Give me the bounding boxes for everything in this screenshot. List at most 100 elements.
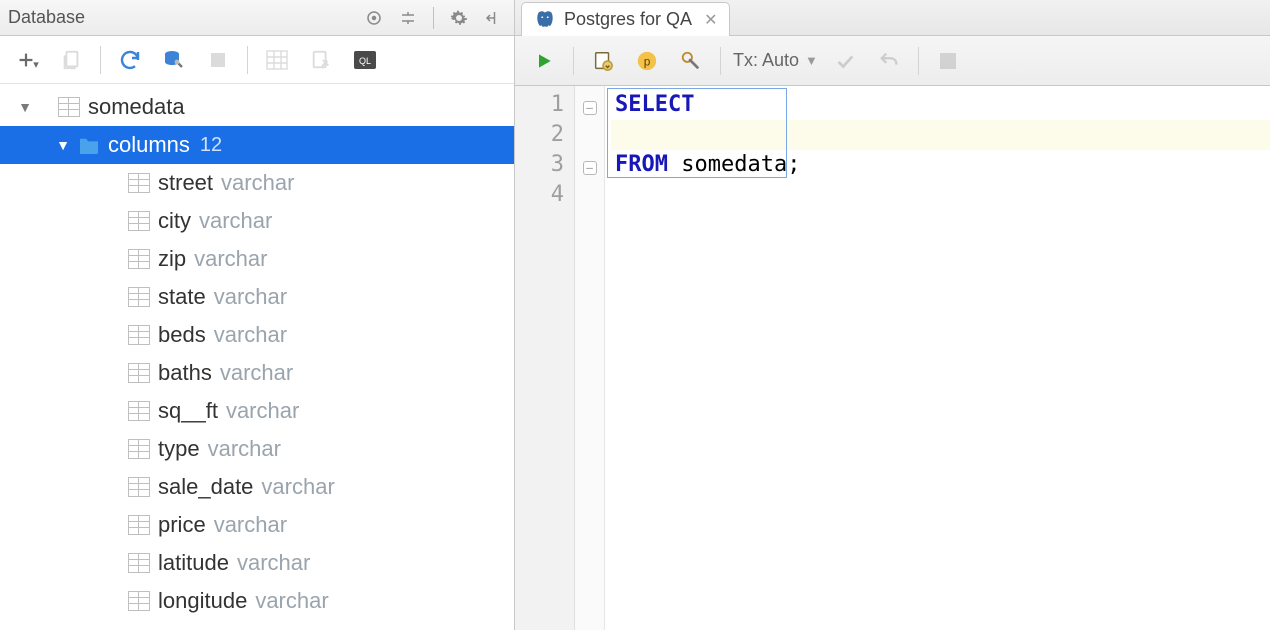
tree-column-row[interactable]: sq__ft varchar xyxy=(0,392,514,430)
column-icon xyxy=(128,363,150,383)
tree-column-row[interactable]: beds varchar xyxy=(0,316,514,354)
database-tree[interactable]: ▼ somedata ▼ columns 12 street varcharci… xyxy=(0,84,514,630)
panel-header-actions xyxy=(361,5,506,31)
code-area[interactable]: SELECT FROM somedata; xyxy=(605,86,1270,630)
copy-icon[interactable] xyxy=(54,43,88,77)
tree-table-row[interactable]: ▼ somedata xyxy=(0,88,514,126)
column-icon xyxy=(128,287,150,307)
sql-console-icon[interactable]: QL xyxy=(348,43,382,77)
gear-icon[interactable] xyxy=(446,5,472,31)
tree-column-row[interactable]: zip varchar xyxy=(0,240,514,278)
group-label: columns xyxy=(108,132,190,158)
expand-toggle[interactable]: ▼ xyxy=(18,99,32,115)
fold-marker[interactable]: – xyxy=(583,101,597,115)
tab-label: Postgres for QA xyxy=(564,9,692,30)
separator xyxy=(433,7,434,29)
column-icon xyxy=(128,591,150,611)
panel-title: Database xyxy=(8,7,361,28)
separator xyxy=(720,47,721,75)
tab-postgres-qa[interactable]: Postgres for QA ✕ xyxy=(521,2,730,36)
column-type: varchar xyxy=(221,170,294,196)
columns-list: street varcharcity varcharzip varcharsta… xyxy=(0,164,514,620)
database-toolbar: ▾ QL xyxy=(0,36,514,84)
code-line[interactable] xyxy=(611,180,1270,210)
column-name: street xyxy=(158,170,213,196)
line-number: 4 xyxy=(515,180,564,210)
run-button[interactable] xyxy=(527,44,561,78)
tree-column-row[interactable]: city varchar xyxy=(0,202,514,240)
fold-marker[interactable]: – xyxy=(583,161,597,175)
column-icon xyxy=(128,515,150,535)
code-line[interactable]: FROM somedata; xyxy=(611,150,1270,180)
chevron-down-icon: ▼ xyxy=(805,53,818,68)
p-icon[interactable]: p xyxy=(630,44,664,78)
column-icon xyxy=(128,249,150,269)
settings-wrench-icon[interactable] xyxy=(674,44,708,78)
tree-columns-group[interactable]: ▼ columns 12 xyxy=(0,126,514,164)
close-icon[interactable]: ✕ xyxy=(704,10,717,30)
separator xyxy=(918,47,919,75)
database-panel: Database ▾ xyxy=(0,0,515,630)
explain-plan-icon[interactable] xyxy=(586,44,620,78)
column-icon xyxy=(128,477,150,497)
column-name: zip xyxy=(158,246,186,272)
add-datasource-button[interactable]: ▾ xyxy=(10,43,44,77)
editor-tab-bar: Postgres for QA ✕ xyxy=(515,0,1270,36)
tx-mode-dropdown[interactable]: Tx: Auto ▼ xyxy=(733,50,818,71)
column-type: varchar xyxy=(199,208,272,234)
tree-column-row[interactable]: longitude varchar xyxy=(0,582,514,620)
column-icon xyxy=(128,173,150,193)
tree-column-row[interactable]: street varchar xyxy=(0,164,514,202)
split-icon[interactable] xyxy=(395,5,421,31)
tree-column-row[interactable]: sale_date varchar xyxy=(0,468,514,506)
sql-editor[interactable]: 1 2 3 4 – – SELECT FROM somedata; xyxy=(515,86,1270,630)
separator xyxy=(247,46,248,74)
stop-icon[interactable] xyxy=(201,43,235,77)
column-type: varchar xyxy=(214,322,287,348)
keyword-select: SELECT xyxy=(615,92,694,117)
column-name: city xyxy=(158,208,191,234)
column-name: latitude xyxy=(158,550,229,576)
column-type: varchar xyxy=(220,360,293,386)
svg-text:QL: QL xyxy=(359,56,371,66)
rollback-icon[interactable] xyxy=(872,44,906,78)
editor-panel: Postgres for QA ✕ p Tx: Auto ▼ xyxy=(515,0,1270,630)
table-view-icon[interactable] xyxy=(260,43,294,77)
collapse-icon[interactable] xyxy=(480,5,506,31)
tree-column-row[interactable]: price varchar xyxy=(0,506,514,544)
tree-column-row[interactable]: state varchar xyxy=(0,278,514,316)
group-count: 12 xyxy=(200,134,222,157)
expand-toggle[interactable]: ▼ xyxy=(56,137,70,153)
database-wrench-icon[interactable] xyxy=(157,43,191,77)
line-number: 3 xyxy=(515,150,564,180)
stop-query-icon[interactable] xyxy=(931,44,965,78)
column-icon xyxy=(128,211,150,231)
tree-column-row[interactable]: baths varchar xyxy=(0,354,514,392)
column-name: price xyxy=(158,512,206,538)
refresh-icon[interactable] xyxy=(113,43,147,77)
editor-toolbar: p Tx: Auto ▼ xyxy=(515,36,1270,86)
folder-icon xyxy=(78,136,100,154)
code-line[interactable]: SELECT xyxy=(611,90,1270,120)
column-type: varchar xyxy=(226,398,299,424)
code-line[interactable] xyxy=(611,120,1270,150)
column-name: state xyxy=(158,284,206,310)
tree-column-row[interactable]: type varchar xyxy=(0,430,514,468)
line-number-gutter: 1 2 3 4 xyxy=(515,86,575,630)
column-icon xyxy=(128,401,150,421)
keyword-from: FROM xyxy=(615,152,668,177)
column-type: varchar xyxy=(214,512,287,538)
column-name: type xyxy=(158,436,200,462)
column-name: beds xyxy=(158,322,206,348)
column-name: sq__ft xyxy=(158,398,218,424)
separator xyxy=(573,47,574,75)
target-icon[interactable] xyxy=(361,5,387,31)
tx-label-text: Tx: Auto xyxy=(733,50,799,71)
fold-gutter: – – xyxy=(575,86,605,630)
commit-icon[interactable] xyxy=(828,44,862,78)
tree-column-row[interactable]: latitude varchar xyxy=(0,544,514,582)
column-type: varchar xyxy=(255,588,328,614)
edit-source-icon[interactable] xyxy=(304,43,338,77)
column-name: baths xyxy=(158,360,212,386)
separator xyxy=(100,46,101,74)
